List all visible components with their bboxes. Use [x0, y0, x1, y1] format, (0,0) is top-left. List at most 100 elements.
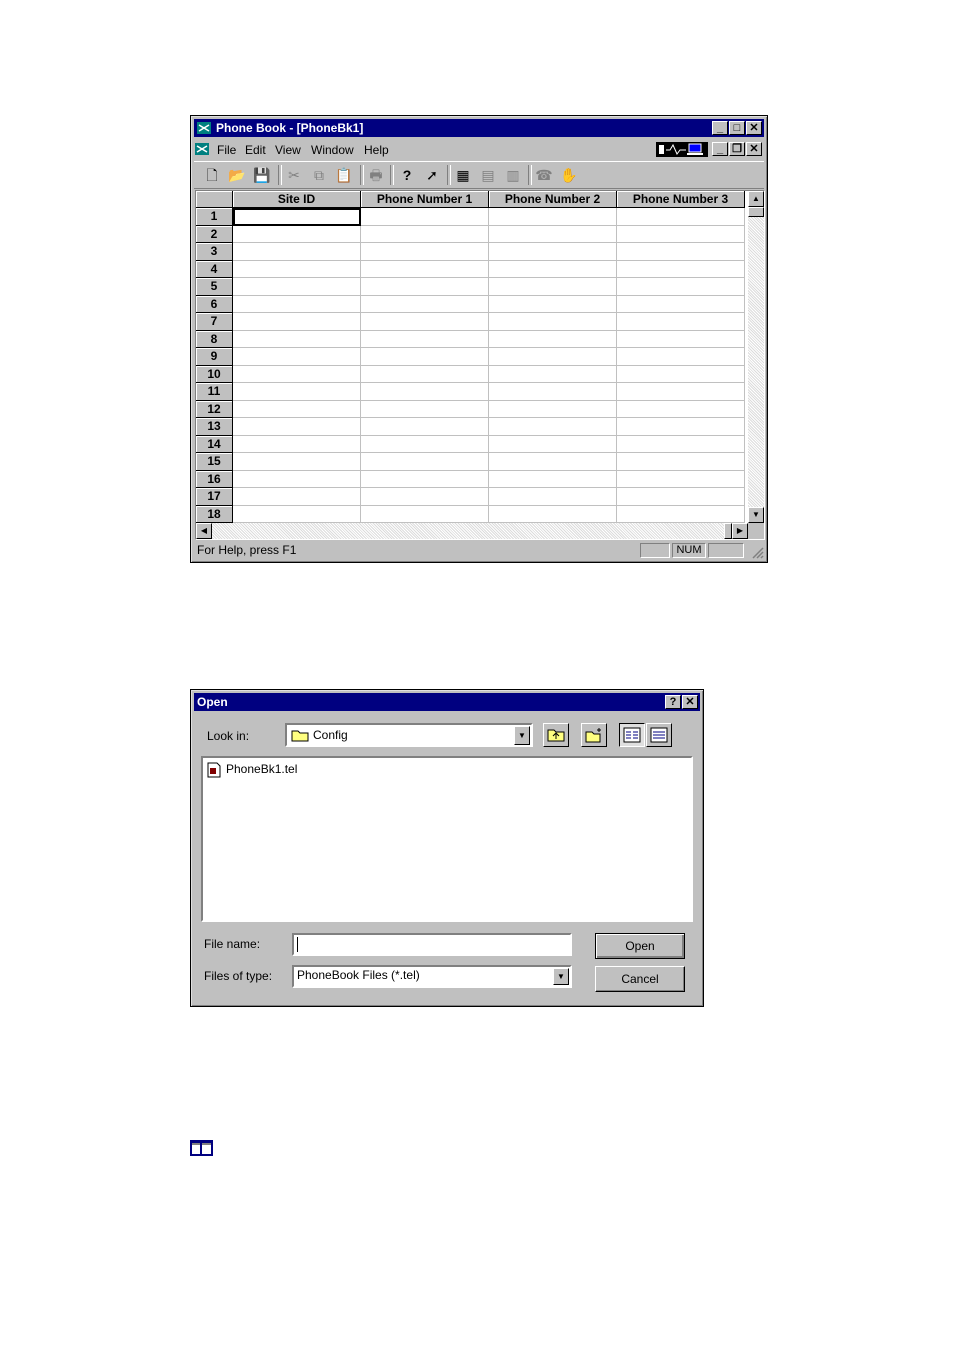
open-folder-icon[interactable]: 📂 [227, 165, 247, 185]
child-restore-button[interactable]: ❐ [729, 142, 745, 156]
paste-icon[interactable]: 📋 [334, 165, 354, 185]
dialog-title-bar[interactable]: Open ? ✕ [194, 693, 700, 711]
column-header-site-id[interactable]: Site ID [233, 191, 361, 208]
grid-cell[interactable] [617, 348, 745, 366]
resize-grip-icon[interactable] [750, 545, 764, 559]
print-icon[interactable]: 🖶 [366, 165, 386, 185]
grid-cell[interactable] [233, 453, 361, 471]
menu-view[interactable]: View [275, 143, 301, 157]
grid-icon[interactable]: ▦ [453, 165, 473, 185]
grid-cell[interactable] [233, 383, 361, 401]
grid-cell[interactable] [361, 505, 489, 523]
file-name-input[interactable] [292, 933, 572, 956]
grid-cell[interactable] [361, 470, 489, 488]
grid-cell[interactable] [489, 225, 617, 243]
grid-cell[interactable] [361, 313, 489, 331]
files-of-type-dropdown[interactable]: PhoneBook Files (*.tel) ▼ [292, 965, 572, 988]
grid-cell[interactable] [361, 260, 489, 278]
row-header[interactable]: 5 [196, 278, 233, 296]
cut-icon[interactable]: ✂ [284, 165, 304, 185]
grid-cell[interactable] [489, 260, 617, 278]
row-header[interactable]: 13 [196, 418, 233, 436]
grid-cell[interactable] [617, 383, 745, 401]
about-help-icon[interactable]: ? [397, 165, 417, 185]
close-button[interactable]: ✕ [746, 121, 762, 135]
copy-icon[interactable]: ⧉ [309, 165, 329, 185]
grid-cell[interactable] [489, 348, 617, 366]
grid-cell[interactable] [361, 418, 489, 436]
grid-cell[interactable] [489, 453, 617, 471]
menu-window[interactable]: Window [311, 143, 354, 157]
grid-cell[interactable] [361, 383, 489, 401]
grid-cell[interactable] [617, 260, 745, 278]
grid-cell[interactable] [617, 313, 745, 331]
horizontal-scrollbar[interactable]: ◀ ▶ [196, 523, 748, 539]
grid-cell[interactable] [233, 435, 361, 453]
title-bar[interactable]: Phone Book - [PhoneBk1] _ □ ✕ [194, 119, 764, 137]
grid-cell[interactable] [617, 488, 745, 506]
grid-cell[interactable] [233, 313, 361, 331]
phone-book-grid[interactable]: Site ID Phone Number 1 Phone Number 2 Ph… [195, 190, 765, 540]
look-in-dropdown-button[interactable]: ▼ [514, 726, 530, 745]
grid-cell[interactable] [361, 243, 489, 261]
hand-icon[interactable]: ✋ [559, 165, 579, 185]
grid-cell[interactable] [361, 365, 489, 383]
grid-cell[interactable] [617, 278, 745, 296]
scroll-down-button[interactable]: ▼ [748, 507, 764, 523]
scroll-left-button[interactable]: ◀ [196, 523, 212, 539]
grid-cell[interactable] [617, 365, 745, 383]
list-view-button[interactable] [619, 723, 645, 747]
new-icon[interactable]: 🗋 [202, 165, 222, 185]
vertical-scrollbar[interactable]: ▲ ▼ [748, 191, 764, 523]
grid-cell[interactable] [489, 435, 617, 453]
grid-cell[interactable] [617, 505, 745, 523]
cancel-button[interactable]: Cancel [595, 966, 685, 992]
grid-cell[interactable] [361, 225, 489, 243]
grid-cell[interactable] [233, 365, 361, 383]
child-minimize-button[interactable]: _ [712, 142, 728, 156]
grid-cell[interactable] [361, 400, 489, 418]
grid-cell[interactable] [489, 383, 617, 401]
grid-cell[interactable] [361, 348, 489, 366]
grid-cell[interactable] [233, 260, 361, 278]
maximize-button[interactable]: □ [729, 121, 745, 135]
open-button[interactable]: Open [595, 933, 685, 959]
menu-help[interactable]: Help [364, 143, 389, 157]
create-new-folder-button[interactable] [581, 723, 607, 747]
insert-row-icon[interactable]: ▤ [478, 165, 498, 185]
grid-corner[interactable] [196, 191, 233, 208]
menu-file[interactable]: File [217, 143, 236, 157]
child-close-button[interactable]: ✕ [746, 142, 762, 156]
grid-cell[interactable] [617, 330, 745, 348]
grid-cell[interactable] [489, 400, 617, 418]
grid-cell[interactable] [233, 243, 361, 261]
grid-cell[interactable] [489, 208, 617, 226]
menu-edit[interactable]: Edit [245, 143, 266, 157]
column-header-phone-number-3[interactable]: Phone Number 3 [617, 191, 745, 208]
scroll-right-button[interactable]: ▶ [732, 523, 748, 539]
grid-cell[interactable] [233, 488, 361, 506]
scroll-thumb-horizontal[interactable] [724, 523, 732, 539]
row-header[interactable]: 7 [196, 313, 233, 331]
grid-cell[interactable] [489, 505, 617, 523]
dial-icon[interactable]: ☎ [534, 165, 554, 185]
grid-cell[interactable] [233, 348, 361, 366]
file-list[interactable]: PhoneBk1.tel [201, 756, 693, 922]
files-of-type-dropdown-button[interactable]: ▼ [553, 968, 569, 985]
column-header-phone-number-1[interactable]: Phone Number 1 [361, 191, 489, 208]
grid-cell[interactable] [361, 208, 489, 226]
grid-cell[interactable] [489, 243, 617, 261]
details-view-button[interactable] [646, 723, 672, 747]
dialog-close-button[interactable]: ✕ [682, 695, 698, 709]
grid-cell[interactable] [361, 488, 489, 506]
grid-cell[interactable] [233, 418, 361, 436]
minimize-button[interactable]: _ [712, 121, 728, 135]
row-header[interactable]: 8 [196, 330, 233, 348]
grid-cell[interactable] [617, 243, 745, 261]
row-header[interactable]: 4 [196, 260, 233, 278]
row-header[interactable]: 18 [196, 505, 233, 523]
scroll-thumb-vertical[interactable] [748, 207, 764, 217]
row-header[interactable]: 16 [196, 470, 233, 488]
active-grid-cell[interactable] [233, 208, 361, 226]
grid-cell[interactable] [617, 435, 745, 453]
